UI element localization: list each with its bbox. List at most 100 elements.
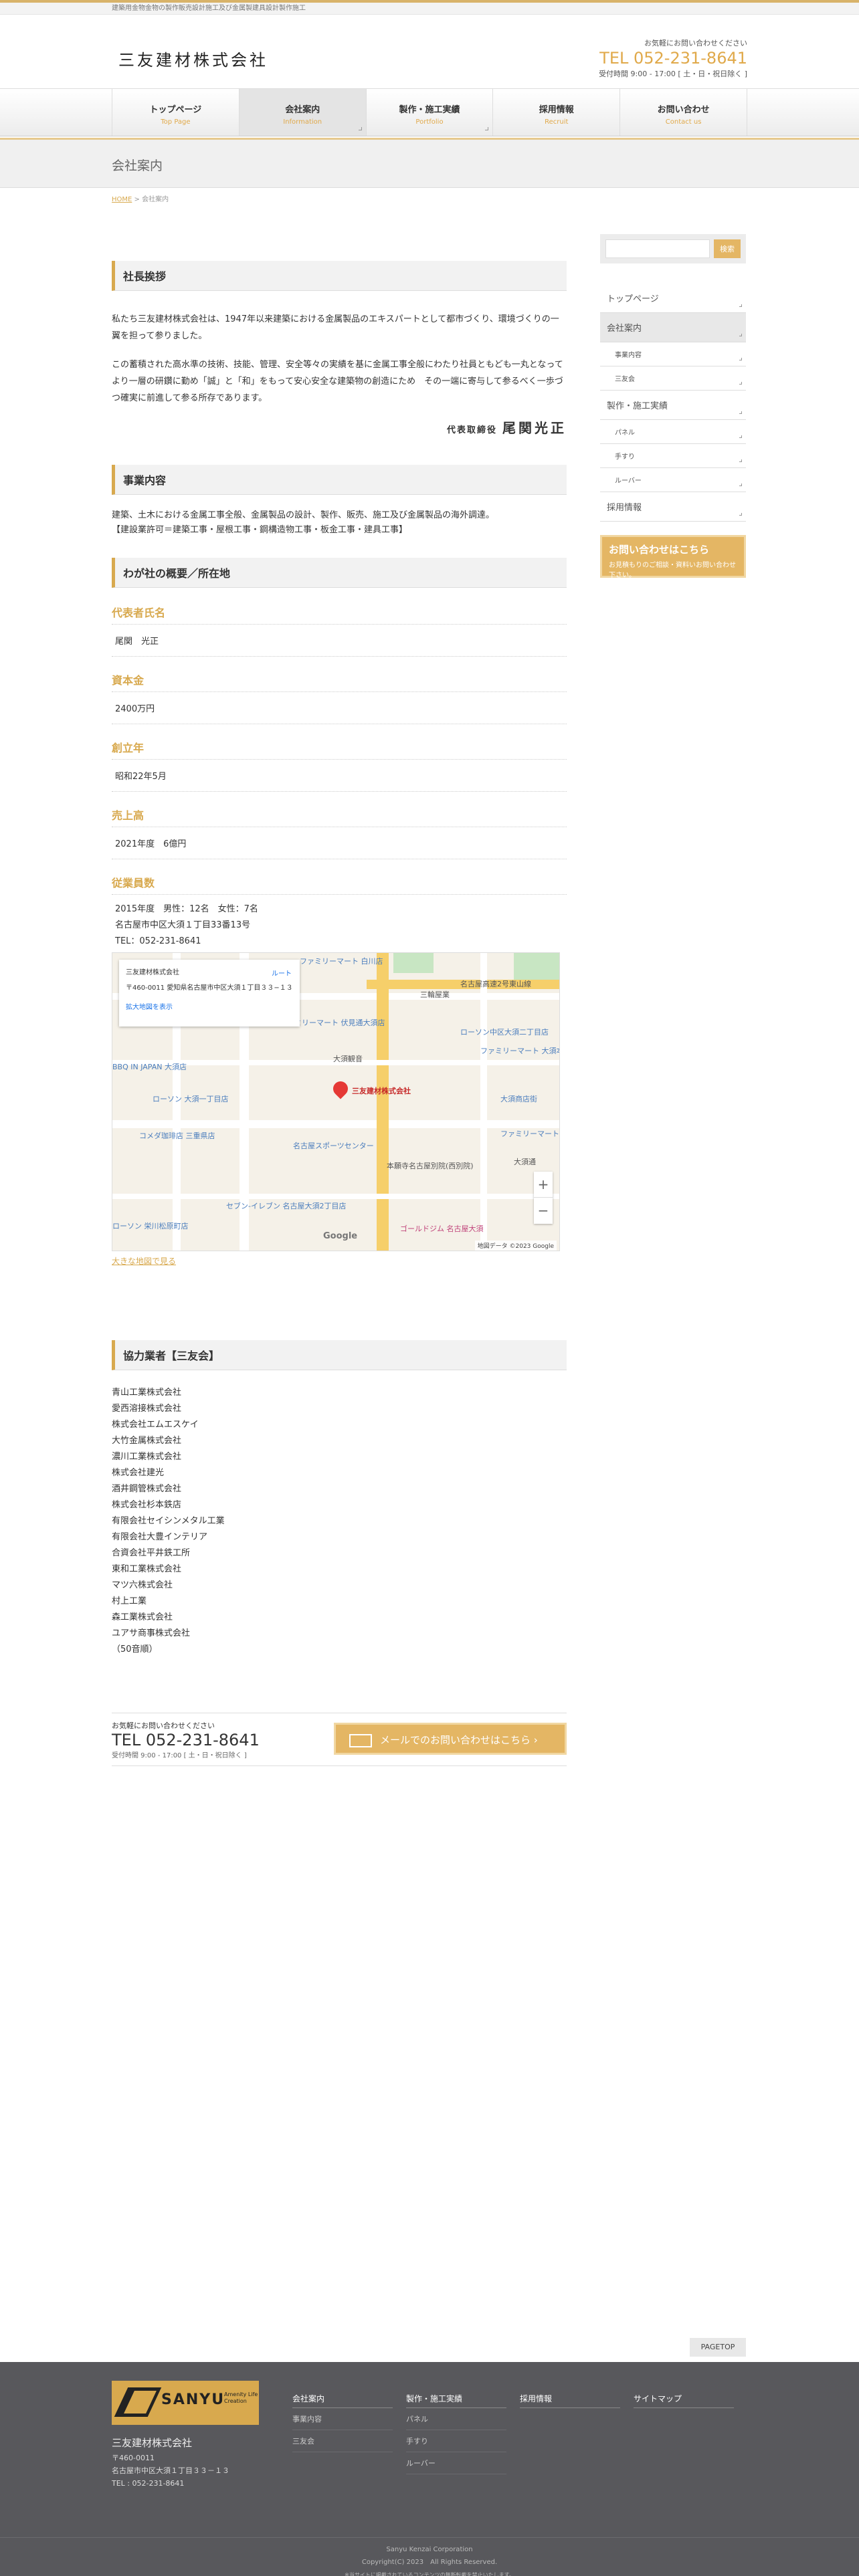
map-label: 名古屋スポーツセンター bbox=[293, 1142, 374, 1150]
footer-nav-link[interactable]: 手すり bbox=[406, 2430, 506, 2452]
header-tel[interactable]: TEL 052-231-8641 bbox=[599, 48, 747, 68]
overview-label: 資本金 bbox=[112, 671, 567, 692]
zoom-in-button[interactable]: + bbox=[534, 1172, 553, 1197]
sidebar-menu-label: 採用情報 bbox=[607, 503, 642, 513]
signature-title: 代表取締役 bbox=[446, 425, 497, 435]
sidebar-contact-button[interactable]: お問い合わせはこちら お見積もりのご相談・資料いお問い合わせ下さい。 bbox=[600, 535, 746, 579]
footer-nav-column: 採用情報 bbox=[520, 2393, 620, 2408]
map-label: ローソン 栄川松原町店 bbox=[112, 1222, 189, 1230]
business-line2: 【建設業許可＝建築工事・屋根工事・鋼構造物工事・板金工事・建具工事】 bbox=[112, 525, 408, 535]
footer: SANYU Amenity Life Creation 三友建材株式会社 〒46… bbox=[0, 2362, 859, 2576]
partner-item: 大竹金属株式会社 bbox=[112, 1436, 182, 1446]
header-contact: お気軽にお問い合わせください TEL 052-231-8641 受付時間 9:0… bbox=[599, 37, 747, 79]
sidebar-menu-label: 会社案内 bbox=[607, 324, 642, 334]
sidebar-menu-item[interactable]: 採用情報 bbox=[600, 492, 746, 522]
partner-item: 有限会社大豊インテリア bbox=[112, 1532, 208, 1542]
pagetop-button[interactable]: PAGETOP bbox=[690, 2338, 746, 2357]
search-box: 検索 bbox=[600, 234, 746, 263]
footer-company: 三友建材株式会社 bbox=[112, 2437, 193, 2449]
mail-contact-button[interactable]: メールでのお問い合わせはこちら › bbox=[334, 1723, 567, 1755]
map-card-title: 三友建材株式会社 bbox=[126, 969, 179, 976]
large-map-link[interactable]: 大きな地図で見る bbox=[112, 1255, 567, 1267]
partners-heading: 協力業者【三友会】 bbox=[112, 1340, 567, 1370]
map-marker-icon[interactable] bbox=[330, 1078, 351, 1099]
map-label: BBQ IN JAPAN 大須店 bbox=[112, 1063, 187, 1071]
partner-item: 愛西溶接株式会社 bbox=[112, 1404, 182, 1414]
footer-nav-link[interactable]: 三友会 bbox=[292, 2430, 393, 2452]
sidebar-menu-item[interactable]: トップページ bbox=[600, 284, 746, 313]
search-button[interactable]: 検索 bbox=[714, 239, 741, 258]
partner-item: 有限会社セイシンメタル工業 bbox=[112, 1516, 225, 1526]
partner-item: 森工業株式会社 bbox=[112, 1612, 173, 1622]
chevron-down-icon bbox=[739, 382, 742, 385]
nav-sublabel: Recruit bbox=[545, 118, 569, 126]
footer-logo-sub: Amenity Life Creation bbox=[224, 2391, 258, 2404]
nav-recruit[interactable]: 採用情報 Recruit bbox=[492, 89, 619, 136]
map-label: ローソン 大須一丁目店 bbox=[153, 1095, 229, 1103]
greeting-heading: 社長挨拶 bbox=[112, 261, 567, 291]
chevron-down-icon bbox=[739, 411, 742, 414]
partner-item: 酒井鋼管株式会社 bbox=[112, 1484, 182, 1494]
sidebar-menu-label: 製作・施工実績 bbox=[607, 401, 668, 411]
nav-sublabel: Contact us bbox=[665, 118, 702, 126]
chevron-down-icon bbox=[739, 459, 742, 462]
overview-employees: 2015年度 男性：12名 女性：7名 bbox=[115, 904, 258, 914]
map-zoom-control: + − bbox=[534, 1172, 553, 1224]
map-highway bbox=[377, 953, 389, 1251]
header-contact-label: お気軽にお問い合わせください bbox=[644, 39, 747, 47]
nav-contact[interactable]: お問い合わせ Contact us bbox=[619, 89, 747, 136]
footer-nav-heading[interactable]: サイトマップ bbox=[634, 2393, 734, 2408]
greeting-p1: 私たち三友建材株式会社は、1947年以来建築における金属製品のエキスパートとして… bbox=[112, 314, 559, 341]
map-label: 大須商店街 bbox=[500, 1095, 537, 1103]
sidebar-menu-item[interactable]: ルーバー bbox=[600, 468, 746, 492]
map-label: ファミリーマート 白川店 bbox=[300, 957, 383, 966]
sidebar-menu-item[interactable]: 事業内容 bbox=[600, 342, 746, 366]
nav-label: お問い合わせ bbox=[657, 105, 710, 115]
sidebar-menu-item[interactable]: 三友会 bbox=[600, 366, 746, 391]
envelope-icon bbox=[349, 1733, 372, 1747]
footer-nav-heading[interactable]: 採用情報 bbox=[520, 2393, 620, 2408]
footer-nav-link[interactable]: パネル bbox=[406, 2408, 506, 2430]
site-logo[interactable]: 三友建材株式会社 bbox=[118, 47, 268, 70]
nav-portfolio[interactable]: 製作・施工実績 Portfolio bbox=[365, 89, 493, 136]
greeting-p2: この蓄積された高水準の技術、技能、管理、安全等々の実績を基に金属工事全般にわたり… bbox=[112, 360, 563, 403]
nav-label: トップページ bbox=[149, 105, 202, 115]
overview-label: 売上高 bbox=[112, 807, 567, 827]
overview-tel: TEL：052-231-8641 bbox=[115, 936, 201, 946]
breadcrumb-sep: > bbox=[132, 196, 142, 203]
sidebar-menu-item[interactable]: 製作・施工実績 bbox=[600, 391, 746, 420]
map-card-route[interactable]: ルート bbox=[272, 968, 292, 978]
zoom-out-button[interactable]: − bbox=[534, 1197, 553, 1223]
nav-top[interactable]: トップページ Top Page bbox=[112, 89, 239, 136]
footer-nav-link[interactable]: ルーバー bbox=[406, 2452, 506, 2474]
overview-label: 代表者氏名 bbox=[112, 604, 567, 625]
footer-nav-heading[interactable]: 製作・施工実績 bbox=[406, 2393, 506, 2408]
search-input[interactable] bbox=[605, 239, 710, 258]
sidebar-menu-item[interactable]: パネル bbox=[600, 420, 746, 444]
footer-logo[interactable]: SANYU Amenity Life Creation bbox=[112, 2381, 259, 2425]
footer-nav-link[interactable]: 事業内容 bbox=[292, 2408, 393, 2430]
overview-value: 尾関 光正 bbox=[112, 625, 567, 657]
partner-item: 青山工業株式会社 bbox=[112, 1388, 182, 1398]
footer-nav-column: 会社案内 事業内容 三友会 bbox=[292, 2393, 393, 2452]
partner-item: ユアサ商事株式会社 bbox=[112, 1628, 191, 1638]
sidebar-menu-item[interactable]: 会社案内 bbox=[600, 313, 746, 342]
sidebar-menu-label: ルーバー bbox=[615, 477, 642, 485]
page-title: 会社案内 bbox=[112, 158, 163, 173]
sidebar: 検索 トップページ会社案内事業内容 三友会製作・施工実績パネル手すりルーバー採用情… bbox=[600, 234, 746, 579]
nav-information[interactable]: 会社案内 Information bbox=[238, 89, 366, 136]
chevron-down-icon bbox=[739, 435, 742, 438]
footer-nav-heading[interactable]: 会社案内 bbox=[292, 2393, 393, 2408]
map-road bbox=[112, 1194, 559, 1199]
chevron-down-icon bbox=[739, 484, 742, 486]
top-bar: 建築用金物金物の製作販売設計施工及び金属製建具設計製作施工 bbox=[0, 0, 859, 15]
google-map[interactable]: ファミリーマート 白川店 名古屋高速2号東山線 三輪屋業 ローソン中区大須二丁目… bbox=[112, 952, 560, 1251]
breadcrumb: HOME > 会社案内 bbox=[112, 188, 747, 203]
overview-heading: わが社の概要／所在地 bbox=[112, 558, 567, 588]
sidebar-menu-item[interactable]: 手すり bbox=[600, 444, 746, 468]
map-card-link[interactable]: 拡大地図を表示 bbox=[126, 1001, 293, 1011]
partner-item: 株式会社エムエスケイ bbox=[112, 1420, 199, 1430]
sidebar-menu-label: パネル bbox=[615, 429, 635, 437]
breadcrumb-home[interactable]: HOME bbox=[112, 196, 132, 203]
footer-corp: Sanyu Kenzai Corporation bbox=[386, 2546, 473, 2553]
